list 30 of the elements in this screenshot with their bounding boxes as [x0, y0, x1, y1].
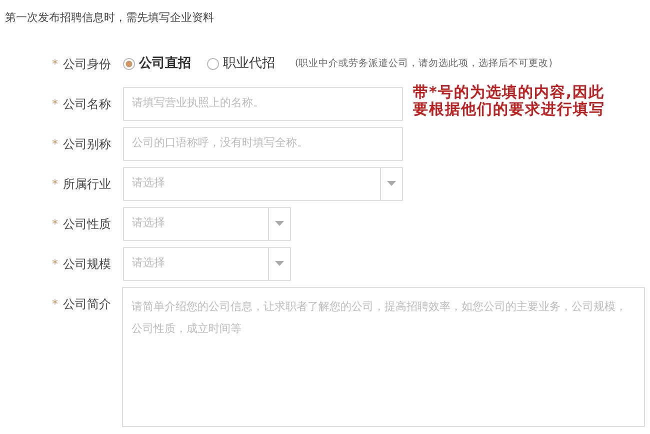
field-label: 所属行业	[63, 176, 112, 192]
required-mark: *	[51, 256, 59, 272]
hint-text: (职业中介或劳务派遣公司，请勿选此项，选择后不可更改)	[295, 56, 552, 70]
input-field[interactable]: 公司的口语称呼，没有时填写全称。	[123, 126, 403, 160]
field-label: 公司规模	[63, 256, 112, 272]
select-field[interactable]: 请选择	[123, 246, 291, 280]
radio-button[interactable]	[207, 58, 219, 70]
radio-label[interactable]: 公司直招	[139, 46, 191, 80]
required-mark: *	[51, 176, 59, 192]
field-label: 公司简介	[62, 296, 112, 312]
input-field[interactable]: 请填写营业执照上的名称。	[123, 86, 403, 120]
field-label: 公司名称	[63, 96, 112, 112]
select-field[interactable]: 请选择	[123, 206, 291, 240]
page-heading: 第一次发布招聘信息时，需先填写企业资料	[5, 10, 215, 26]
caret-icon	[275, 221, 284, 226]
required-mark: *	[51, 56, 59, 72]
caret-icon	[275, 261, 284, 266]
required-mark: *	[50, 296, 59, 312]
field-label: 公司性质	[63, 216, 112, 232]
field-label: 公司身份	[63, 56, 112, 72]
field-label: 公司别称	[63, 136, 112, 152]
annotation-text: 带*号的为选填的内容,因此要根据他们的要求进行填写	[413, 84, 606, 118]
required-mark: *	[51, 136, 59, 152]
textarea-field[interactable]: 请简单介绍您的公司信息，让求职者了解您的公司，提高招聘效率，如您公司的主要业务，公司规模，公司性质，成立时间等	[122, 286, 645, 426]
radio-button[interactable]	[123, 58, 135, 70]
radio-label[interactable]: 职业代招	[223, 46, 275, 80]
select-field[interactable]: 请选择	[123, 166, 403, 200]
caret-icon	[387, 181, 396, 186]
required-mark: *	[51, 216, 59, 232]
required-mark: *	[51, 96, 59, 112]
